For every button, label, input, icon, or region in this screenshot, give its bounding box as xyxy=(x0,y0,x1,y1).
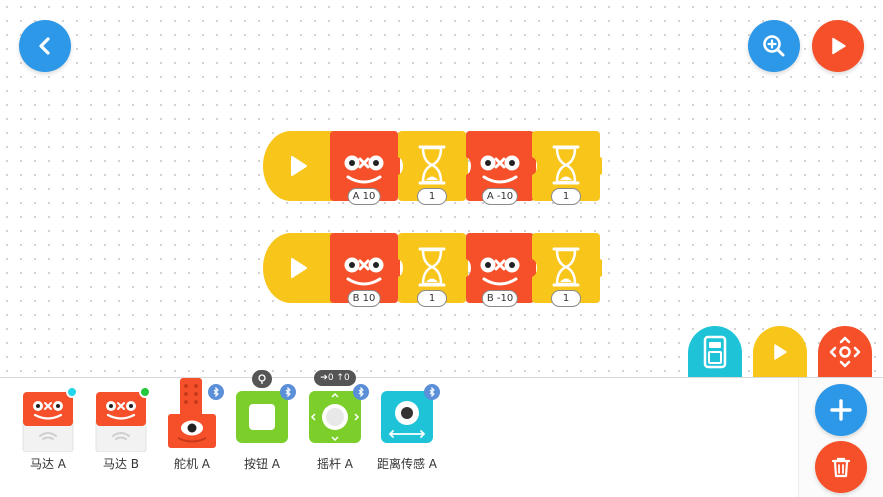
device-label: 摇杆 A xyxy=(316,457,354,471)
play-icon xyxy=(774,344,787,360)
device-label: 距离传感 A xyxy=(376,457,438,471)
device-label: 舵机 A xyxy=(173,457,211,471)
device-label: 按钮 A xyxy=(243,457,281,471)
delete-button[interactable] xyxy=(815,441,867,493)
motor-face-icon xyxy=(344,257,384,286)
motor-face-icon xyxy=(480,257,520,286)
wait-param[interactable]: 1 xyxy=(551,290,581,307)
bluetooth-icon xyxy=(280,384,296,400)
bluetooth-icon xyxy=(424,384,440,400)
bluetooth-icon xyxy=(353,384,369,400)
motor-block[interactable]: B -10 xyxy=(466,233,536,307)
motor-face-icon xyxy=(344,155,384,184)
add-device-button[interactable] xyxy=(815,384,867,436)
start-block-row1[interactable] xyxy=(263,131,333,201)
device-label: 马达 B xyxy=(102,457,140,471)
play-icon xyxy=(832,37,846,55)
direction-pad-icon xyxy=(829,336,861,368)
chevron-left-icon xyxy=(39,37,50,55)
motor-block[interactable]: A -10 xyxy=(466,131,536,205)
device-label: 马达 A xyxy=(29,457,67,471)
hourglass-icon xyxy=(418,247,446,287)
start-category-tab[interactable] xyxy=(753,326,807,378)
motor-param[interactable]: A 10 xyxy=(347,188,381,205)
wait-param[interactable]: 1 xyxy=(417,188,447,205)
hourglass-icon xyxy=(552,145,580,185)
back-button[interactable] xyxy=(19,20,71,72)
start-block-row2[interactable] xyxy=(263,233,333,303)
connection-status-dot xyxy=(139,386,151,398)
motor-face-icon xyxy=(480,155,520,184)
zoom-in-icon xyxy=(763,35,785,57)
hardware-category-tab[interactable] xyxy=(688,326,742,378)
trash-icon xyxy=(831,457,851,478)
motion-category-tab[interactable] xyxy=(818,326,872,378)
hourglass-icon xyxy=(418,145,446,185)
lightbulb-icon xyxy=(252,370,272,388)
connection-status-dot xyxy=(66,386,78,398)
motor-param[interactable]: B 10 xyxy=(347,290,381,307)
wait-block[interactable]: 1 xyxy=(398,131,468,205)
wait-block[interactable]: 1 xyxy=(532,131,602,205)
joystick-readout: ➔0 ↑0 xyxy=(314,370,356,386)
plus-icon xyxy=(830,399,852,421)
hourglass-icon xyxy=(552,247,580,287)
wait-param[interactable]: 1 xyxy=(551,188,581,205)
wait-block[interactable]: 1 xyxy=(532,233,602,307)
run-button[interactable] xyxy=(812,20,864,72)
motor-param[interactable]: A -10 xyxy=(481,188,519,205)
zoom-button[interactable] xyxy=(748,20,800,72)
motor-param[interactable]: B -10 xyxy=(481,290,519,307)
motor-block[interactable]: A 10 xyxy=(330,131,400,205)
bluetooth-icon xyxy=(208,384,224,400)
motor-block[interactable]: B 10 xyxy=(330,233,400,307)
wait-param[interactable]: 1 xyxy=(417,290,447,307)
controller-icon xyxy=(703,335,727,369)
wait-block[interactable]: 1 xyxy=(398,233,468,307)
